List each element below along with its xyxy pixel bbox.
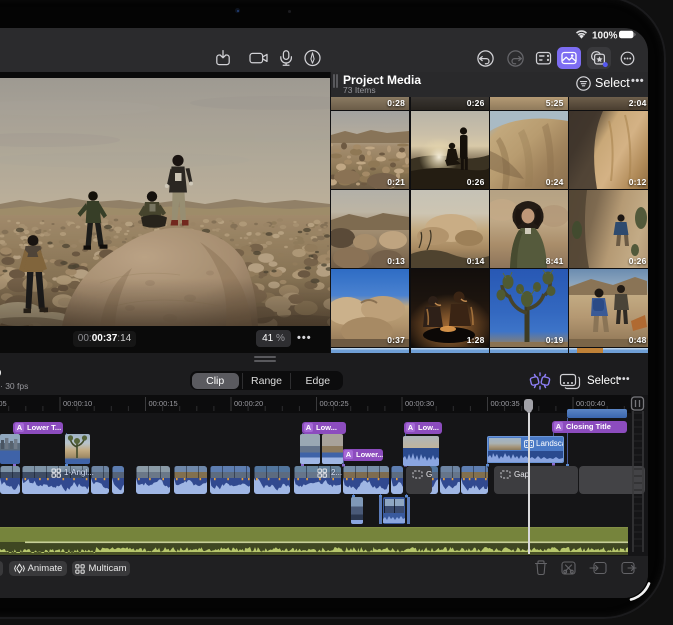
svg-text:100%: 100% xyxy=(592,31,618,42)
